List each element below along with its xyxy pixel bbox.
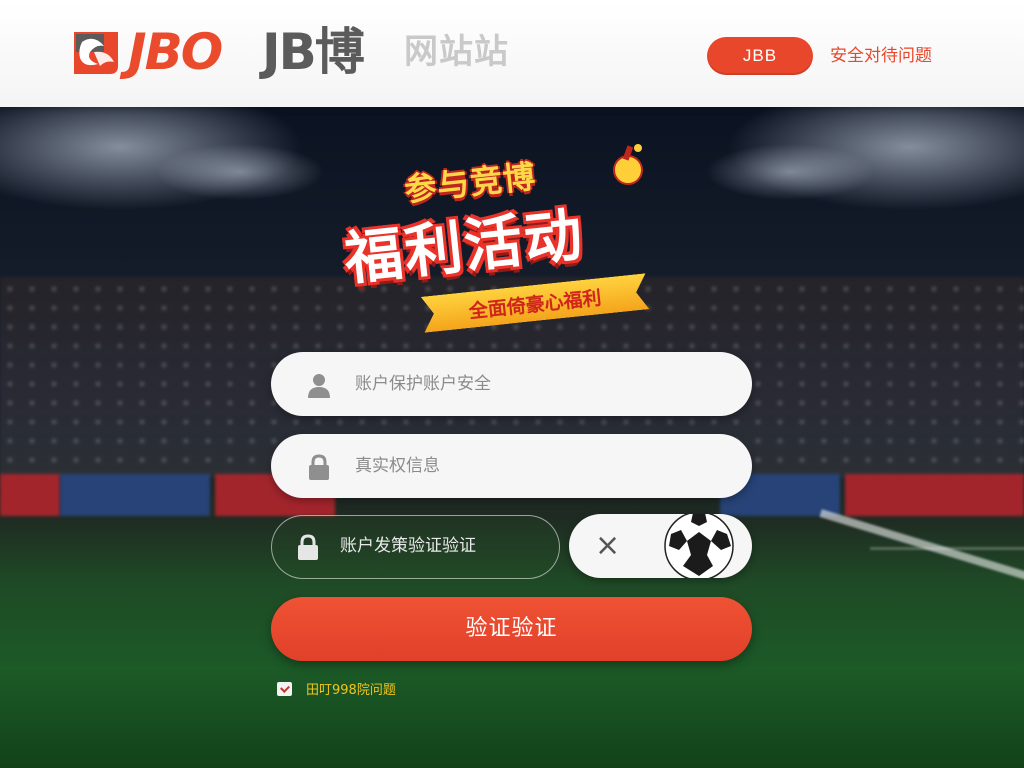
ping-pong-icon: [613, 144, 643, 185]
logo-icon[interactable]: [68, 26, 124, 78]
password-field[interactable]: 真实权信息: [271, 434, 752, 498]
header-jbb-button[interactable]: JBB: [707, 37, 813, 75]
logo-jb-text[interactable]: JB博: [262, 22, 365, 82]
lock-icon: [298, 534, 318, 560]
agree-row[interactable]: 田叮998院问题: [277, 679, 396, 698]
promo-banner: 参与竞博 福利活动 全面倚豪心福利: [340, 140, 700, 340]
ad-board: [60, 474, 210, 516]
promo-top-text: 参与竞博: [402, 157, 538, 209]
checkbox-icon[interactable]: [277, 681, 292, 696]
ad-board: [845, 474, 1024, 516]
agree-label[interactable]: 田叮998院问题: [306, 679, 396, 698]
captcha-image[interactable]: ×: [569, 514, 752, 578]
password-input[interactable]: 真实权信息: [355, 434, 440, 498]
logo-jbo-text[interactable]: JBO: [128, 22, 223, 82]
lock-icon: [309, 454, 329, 480]
pitch-line: [819, 509, 1024, 593]
soccer-ball-icon: [664, 514, 734, 578]
header-help-link[interactable]: 安全对待问题: [830, 44, 932, 68]
captcha-input[interactable]: 账户发策验证验证: [340, 516, 476, 577]
username-field[interactable]: 账户保护账户安全: [271, 352, 752, 416]
promo-ribbon-text: 全面倚豪心福利: [467, 286, 603, 323]
user-icon: [308, 374, 330, 398]
logo-site-text: 网站站: [404, 32, 509, 72]
close-icon[interactable]: ×: [595, 514, 620, 578]
captcha-field[interactable]: 账户发策验证验证: [271, 515, 560, 579]
site-header: JBO JB博 网站站 JBB 安全对待问题: [0, 0, 1024, 107]
ad-board: [0, 474, 60, 516]
pitch-line: [870, 547, 1024, 550]
promo-main-text: 福利活动: [341, 200, 588, 294]
verify-button[interactable]: 验证验证: [271, 597, 752, 661]
username-input[interactable]: 账户保护账户安全: [355, 352, 491, 416]
